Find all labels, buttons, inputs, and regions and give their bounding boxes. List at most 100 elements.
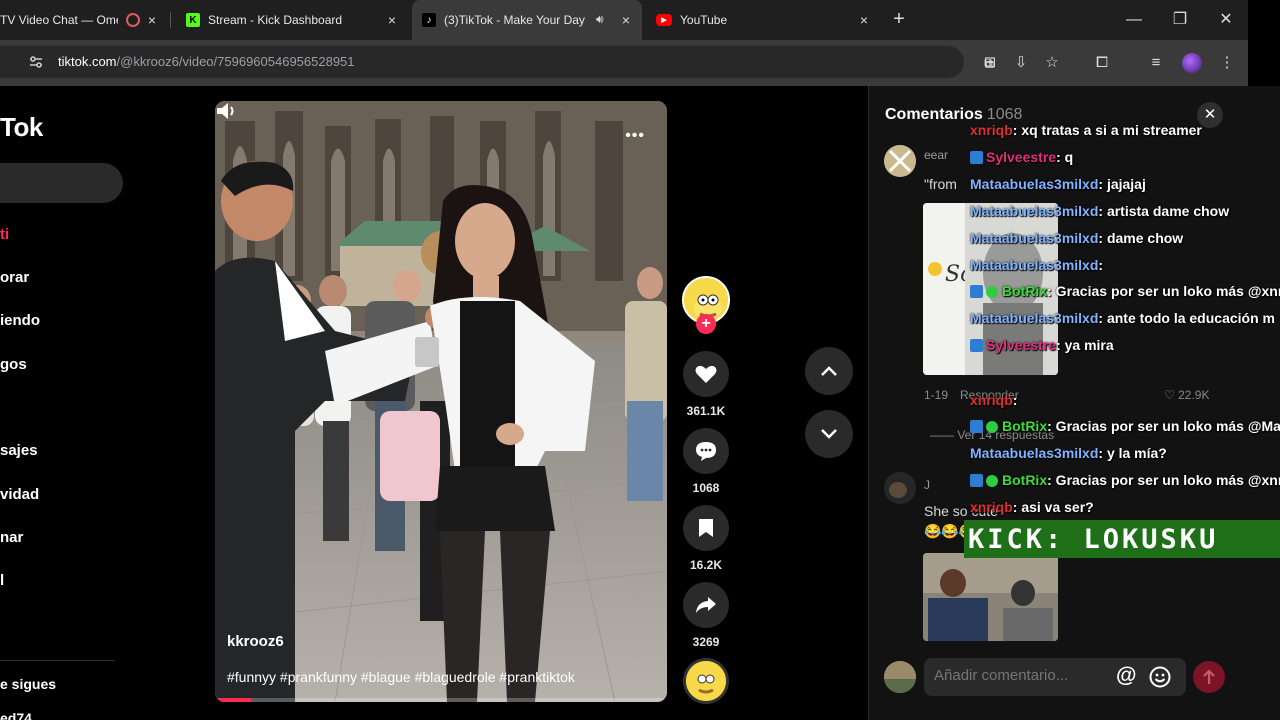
sidebar-item-explore[interactable]: orar <box>0 269 29 286</box>
screen-edge <box>1248 0 1280 86</box>
arrow-up-icon <box>1203 669 1215 684</box>
chat-username: BotRix <box>1002 418 1048 434</box>
commenter-avatar[interactable] <box>884 472 916 504</box>
comment-like[interactable]: ♡ 22.9K <box>1164 388 1209 402</box>
video-progress-bar[interactable] <box>215 698 667 702</box>
share-count: 3269 <box>692 635 720 649</box>
tab-title: YouTube <box>680 13 728 27</box>
verified-badge-icon <box>986 286 998 298</box>
url-text[interactable]: tiktok.com/@kkrooz6/video/75969605469565… <box>58 54 355 69</box>
comment-input-box[interactable]: @ <box>924 658 1186 696</box>
moderator-badge-icon <box>970 151 983 164</box>
chat-username: Mataabuelas3milxd <box>970 445 1099 461</box>
chat-message: Sylveestre: ya mira <box>970 337 1114 353</box>
restore-button[interactable]: ❐ <box>1168 8 1192 32</box>
sound-avatar[interactable] <box>683 658 729 704</box>
tab-tiktok[interactable]: ♪ (3)TikTok - Make Your Day 🔊︎ × <box>412 0 642 40</box>
comment-button[interactable] <box>683 428 729 474</box>
tab-title: Stream - Kick Dashboard <box>208 13 343 27</box>
close-tab-icon[interactable]: × <box>618 12 634 28</box>
chat-text: : dame chow <box>1098 230 1184 246</box>
menu-kebab-icon[interactable]: ⋮ <box>1217 53 1237 73</box>
tab-youtube[interactable]: ▶ YouTube × <box>656 0 880 40</box>
media-control-icon[interactable]: ≡ <box>1146 53 1166 73</box>
chat-message: Mataabuelas3milxd: ante todo la educació… <box>970 310 1275 326</box>
moderator-badge-icon <box>970 474 983 487</box>
previous-video-button[interactable] <box>805 347 853 395</box>
profile-avatar[interactable] <box>1182 53 1202 73</box>
user-avatar[interactable] <box>884 661 916 693</box>
new-tab-button[interactable]: + <box>888 8 910 30</box>
sidebar-item-activity[interactable]: vidad <box>0 486 39 503</box>
bookmark-icon <box>699 519 713 537</box>
sidebar-following-account[interactable]: ed74 <box>0 710 32 720</box>
heart-outline-icon: ♡ <box>1164 388 1175 402</box>
chevron-down-icon <box>821 429 837 439</box>
sidebar-item-upload[interactable]: nar <box>0 529 23 546</box>
chat-username: Mataabuelas3milxd <box>970 176 1099 192</box>
send-comment-button[interactable] <box>1193 661 1225 693</box>
site-settings-icon[interactable] <box>28 54 44 70</box>
sidebar-divider <box>0 660 115 661</box>
sidebar-item-messages[interactable]: sajes <box>0 442 38 459</box>
sidebar-item-profile[interactable]: l <box>0 572 4 589</box>
chat-message: Mataabuelas3milxd: dame chow <box>970 230 1183 246</box>
extensions-icon[interactable]: ⧠ <box>1092 53 1112 73</box>
chat-text: : artista dame chow <box>1098 203 1230 219</box>
sidebar-item-for-you[interactable]: ti <box>0 226 9 243</box>
chat-message: BotRix: Gracias por ser un loko más @xnr… <box>970 283 1280 299</box>
share-button[interactable] <box>683 582 729 628</box>
chat-message: xnriqb: xq tratas a si a mi streamer <box>970 122 1202 138</box>
like-button[interactable] <box>683 351 729 397</box>
chat-username: Mataabuelas3milxd <box>970 310 1099 326</box>
comment-date: 1-19 <box>924 388 949 402</box>
mention-icon[interactable]: @ <box>1116 664 1136 688</box>
volume-icon[interactable] <box>215 101 237 121</box>
chat-message: Mataabuelas3milxd: artista dame chow <box>970 203 1229 219</box>
close-tab-icon[interactable]: × <box>144 12 160 28</box>
chat-text: : y la mía? <box>1098 445 1167 461</box>
sidebar-item-friends[interactable]: gos <box>0 356 27 373</box>
recording-icon <box>126 13 140 27</box>
close-tab-icon[interactable]: × <box>384 12 400 28</box>
moderator-badge-icon <box>970 339 983 352</box>
chat-text: : asi va ser? <box>1012 499 1094 515</box>
save-button[interactable] <box>683 505 729 551</box>
chat-username: Sylveestre <box>986 337 1057 353</box>
avatar-image <box>884 145 916 177</box>
like-count: 361.1K <box>686 404 726 418</box>
search-input[interactable] <box>0 163 123 203</box>
next-video-button[interactable] <box>805 410 853 458</box>
install-app-icon[interactable]: ⇩ <box>1011 53 1031 73</box>
comment-image[interactable] <box>923 553 1058 641</box>
chat-username: Mataabuelas3milxd <box>970 257 1099 273</box>
omnibox[interactable]: tiktok.com/@kkrooz6/video/75969605469565… <box>0 46 994 78</box>
chat-username: Sylveestre <box>986 149 1057 165</box>
sidebar-following-heading: e sigues <box>0 676 57 692</box>
follow-plus-icon[interactable]: + <box>696 314 716 334</box>
comment-username[interactable]: J <box>924 478 930 492</box>
bookmark-star-icon[interactable]: ☆ <box>1042 53 1062 73</box>
sidebar-item-following[interactable]: iendo <box>0 312 40 329</box>
translate-icon[interactable]: ⊞ <box>980 53 1000 73</box>
video-caption[interactable]: #funnyy #prankfunny #blague #blaguedrole… <box>227 669 575 685</box>
minimize-button[interactable]: — <box>1122 8 1146 32</box>
tiktok-logo[interactable]: Tok <box>0 112 43 143</box>
speaker-icon[interactable]: 🔊︎ <box>596 12 604 27</box>
tab-omegle[interactable]: TV Video Chat — Ome × <box>0 0 168 40</box>
chat-username: xnriqb <box>970 499 1013 515</box>
close-tab-icon[interactable]: × <box>856 12 872 28</box>
window-close-button[interactable]: ✕ <box>1214 8 1238 32</box>
comment-username[interactable]: eear <box>924 148 948 162</box>
moderator-badge-icon <box>970 420 983 433</box>
emoji-icon[interactable] <box>1149 666 1171 688</box>
video-author[interactable]: kkrooz6 <box>227 633 284 650</box>
more-options-icon[interactable]: ••• <box>625 127 645 145</box>
chat-username: Mataabuelas3milxd <box>970 203 1099 219</box>
tiktok-favicon-icon: ♪ <box>422 13 436 27</box>
tab-kick-dashboard[interactable]: K Stream - Kick Dashboard × <box>186 0 408 40</box>
video-player[interactable]: ••• kkrooz6 #funnyy #prankfunny #blague … <box>215 101 667 702</box>
commenter-avatar[interactable] <box>884 145 916 177</box>
comment-input[interactable] <box>934 667 1114 684</box>
chat-username: BotRix <box>1002 283 1048 299</box>
